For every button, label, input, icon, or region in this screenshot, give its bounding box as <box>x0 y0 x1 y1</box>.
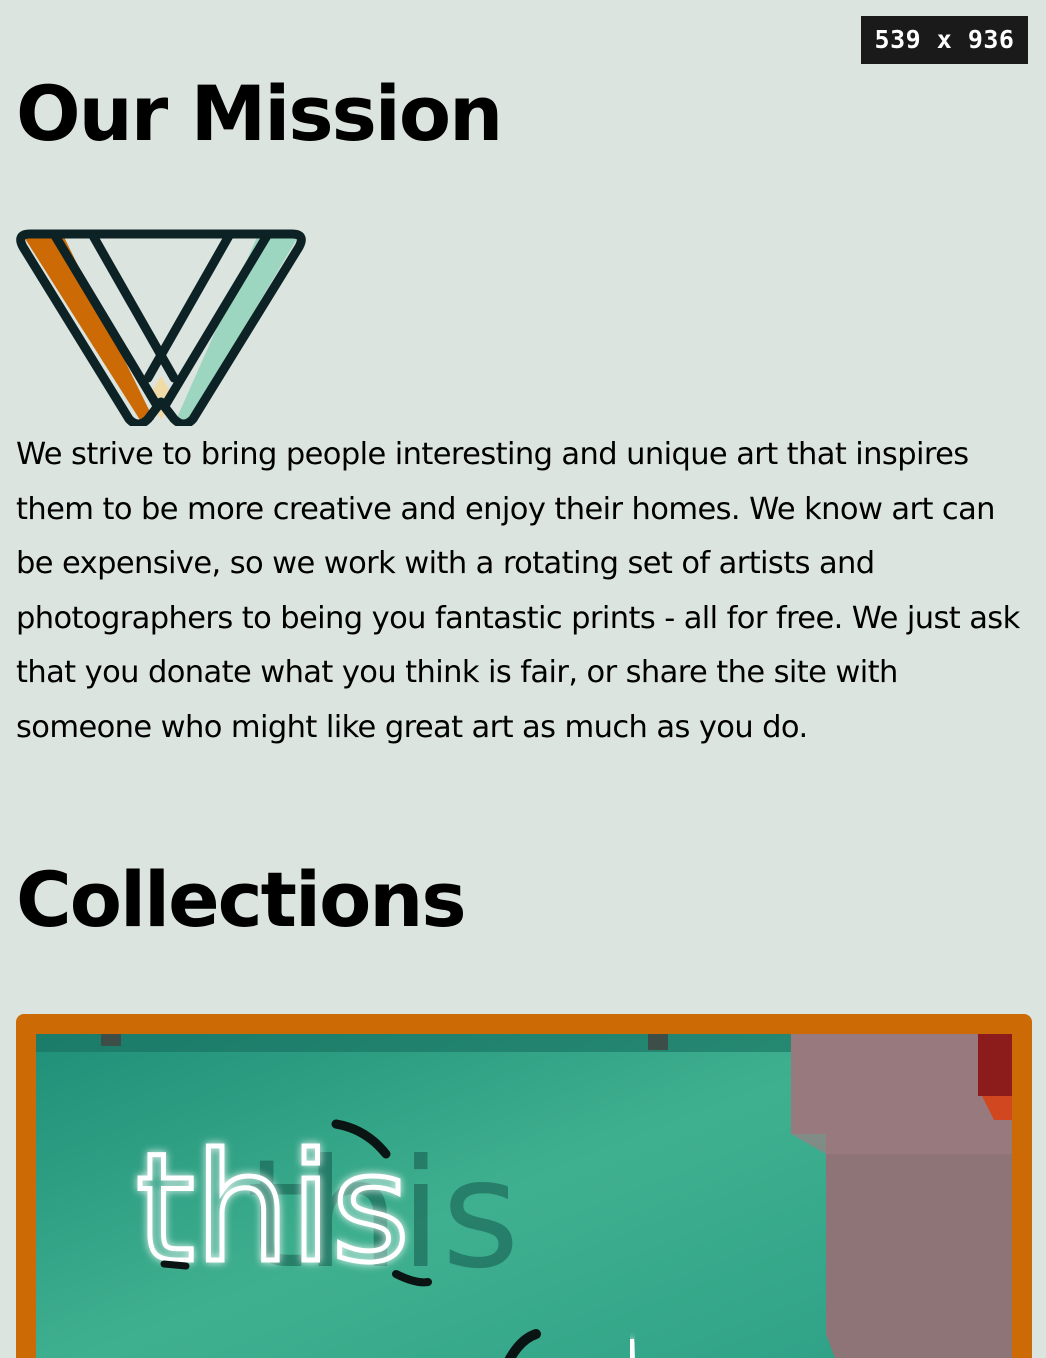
mission-description: We strive to bring people interesting an… <box>16 437 1020 745</box>
collection-card[interactable]: this this <box>16 1014 1032 1358</box>
v-stripes-logo-icon <box>16 229 306 426</box>
neon-text: this <box>136 1122 410 1296</box>
neon-sign-photo: this this <box>36 1034 1012 1358</box>
collection-image[interactable]: this this <box>36 1034 1012 1358</box>
mission-title: Our Mission <box>16 69 503 158</box>
viewport-size-badge: 539 x 936 <box>861 16 1028 64</box>
collections-title: Collections <box>16 855 467 944</box>
